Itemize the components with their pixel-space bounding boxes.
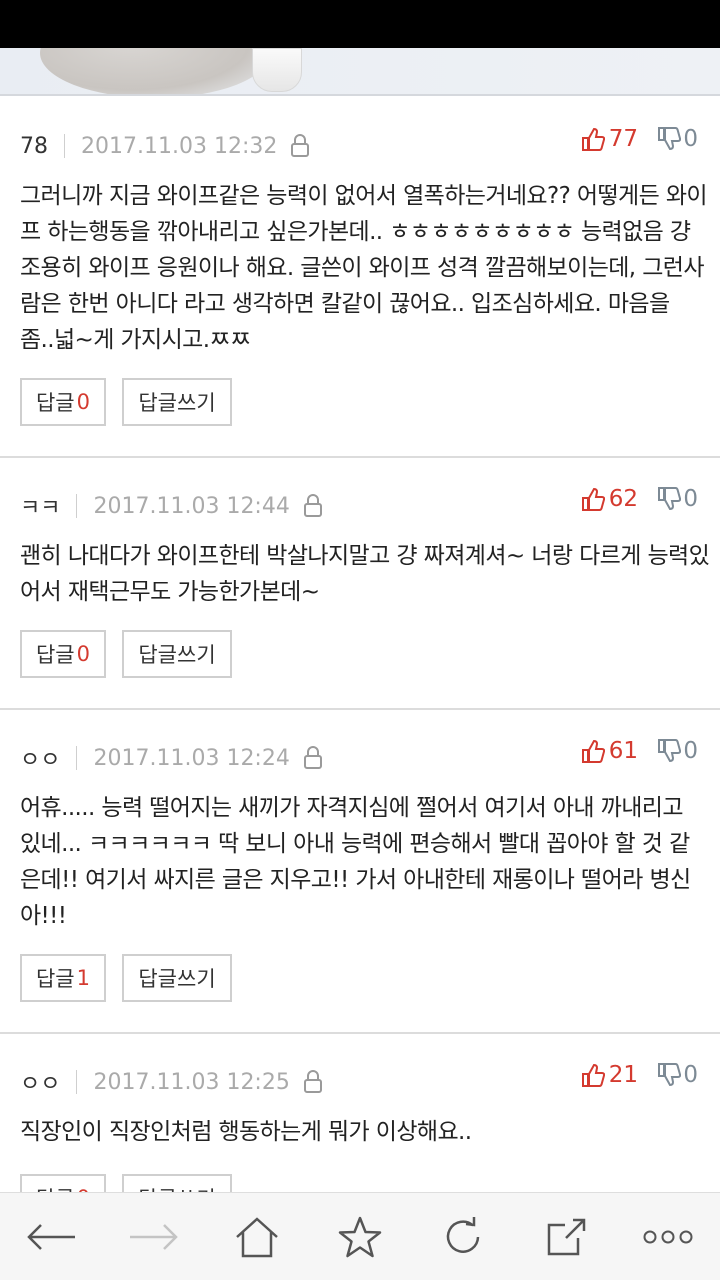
share-icon	[547, 1218, 585, 1255]
comment-item: ㅇㅇ 2017.11.03 12:25 21 0 직장인이 직장인처럼 행동하는…	[0, 1034, 720, 1192]
comment-item: 78 2017.11.03 12:32 77 0 그러니까 지금 와이프같은 능…	[0, 98, 720, 458]
more-button[interactable]	[633, 1202, 703, 1272]
comment-meta: ㅋㅋ 2017.11.03 12:44	[20, 492, 324, 521]
refresh-icon	[446, 1216, 480, 1253]
write-reply-button[interactable]: 답글쓰기	[122, 1174, 232, 1192]
status-bar	[0, 0, 720, 48]
comment-meta: ㅇㅇ 2017.11.03 12:24	[20, 744, 324, 773]
browser-toolbar	[0, 1192, 720, 1280]
comment-author: 78	[20, 133, 48, 159]
comment-actions: 답글0 답글쓰기	[20, 630, 232, 678]
like-count: 21	[608, 1062, 638, 1088]
reply-list-button[interactable]: 답글 1	[20, 954, 106, 1002]
reply-count: 0	[76, 390, 90, 414]
refresh-button[interactable]	[428, 1202, 498, 1272]
like-count: 77	[608, 126, 638, 152]
dislike-count: 0	[683, 126, 698, 152]
comment-text: 그러니까 지금 와이프같은 능력이 없어서 열폭하는거네요?? 어떻게든 와이프…	[20, 183, 708, 353]
dislike-count: 0	[683, 1062, 698, 1088]
comment-meta: 78 2017.11.03 12:32	[20, 132, 311, 160]
thumb-down-icon	[658, 739, 682, 763]
reply-label: 답글	[35, 967, 75, 991]
like-button[interactable]: 21	[581, 1062, 638, 1088]
comment-actions: 답글0 답글쓰기	[20, 378, 232, 426]
dislike-button[interactable]: 0	[657, 486, 698, 512]
reply-label: 답글	[36, 1183, 75, 1192]
comment-date: 2017.11.03 12:25	[93, 1069, 290, 1095]
write-reply-button[interactable]: 답글쓰기	[122, 954, 232, 1002]
comment-list: 78 2017.11.03 12:32 77 0 그러니까 지금 와이프같은 능…	[0, 98, 720, 1192]
thumb-up-icon	[581, 487, 605, 511]
lock-icon	[303, 746, 322, 769]
star-icon	[338, 1216, 382, 1257]
comment-author: ㅇㅇ	[20, 1072, 61, 1097]
forward-button[interactable]	[119, 1202, 189, 1272]
dislike-count: 0	[683, 486, 698, 512]
reply-list-button[interactable]: 답글0	[20, 378, 106, 426]
write-reply-button[interactable]: 답글쓰기	[122, 630, 232, 678]
write-reply-button[interactable]: 답글쓰기	[122, 378, 232, 426]
home-button[interactable]	[222, 1202, 292, 1272]
reply-label: 답글	[35, 391, 75, 415]
bookmark-button[interactable]	[325, 1202, 395, 1272]
thumb-up-icon	[581, 739, 605, 763]
thumb-down-icon	[658, 127, 682, 151]
like-count: 62	[608, 486, 638, 512]
share-button[interactable]	[531, 1202, 601, 1272]
comment-item: ㅇㅇ 2017.11.03 12:24 61 0 어휴..... 능력 떨어지는…	[0, 710, 720, 1034]
lock-icon	[303, 1070, 322, 1093]
reply-list-button[interactable]: 답글0	[20, 1174, 106, 1192]
comment-date: 2017.11.03 12:32	[81, 133, 278, 159]
banner-product-image	[252, 48, 302, 92]
comment-item: ㅋㅋ 2017.11.03 12:44 62 0 괜히 나대다가 와이프한테 박…	[0, 458, 720, 710]
dislike-button[interactable]: 0	[657, 738, 698, 764]
reply-count: 1	[76, 966, 90, 990]
comment-text: 괜히 나대다가 와이프한테 박살나지말고 걍 짜져계셔~ 너랑 다르게 능력있어…	[20, 543, 710, 605]
reply-list-button[interactable]: 답글0	[20, 630, 106, 678]
like-button[interactable]: 77	[581, 126, 638, 152]
dislike-button[interactable]: 0	[657, 126, 698, 152]
divider	[64, 134, 65, 158]
comment-text: 직장인이 직장인처럼 행동하는게 뭐가 이상해요..	[20, 1119, 472, 1145]
like-count: 61	[608, 738, 638, 764]
comment-text: 어휴..... 능력 떨어지는 새끼가 자격지심에 쩔어서 여기서 아내 까내리…	[20, 795, 691, 929]
comment-actions: 답글 1 답글쓰기	[20, 954, 232, 1002]
back-arrow-icon	[27, 1223, 76, 1250]
lock-icon	[303, 494, 322, 517]
comment-meta: ㅇㅇ 2017.11.03 12:25	[20, 1068, 324, 1097]
thumb-down-icon	[658, 1063, 682, 1087]
reply-label: 답글	[35, 643, 75, 667]
reply-count: 0	[76, 642, 90, 666]
divider	[76, 746, 78, 770]
back-button[interactable]	[16, 1202, 86, 1272]
lock-icon	[291, 134, 310, 157]
home-icon	[236, 1216, 278, 1257]
like-button[interactable]: 61	[581, 738, 638, 764]
dislike-button[interactable]: 0	[657, 1062, 698, 1088]
banner-image	[40, 48, 270, 94]
divider	[76, 494, 78, 518]
comment-author: ㅋㅋ	[20, 496, 61, 521]
thumb-down-icon	[658, 487, 682, 511]
comment-actions: 답글0 답글쓰기	[20, 1174, 232, 1192]
divider	[76, 1070, 78, 1094]
more-icon	[643, 1230, 693, 1243]
thumb-up-icon	[581, 1063, 605, 1087]
ad-banner[interactable]	[0, 48, 720, 96]
thumb-up-icon	[581, 127, 605, 151]
dislike-count: 0	[683, 738, 698, 764]
comment-author: ㅇㅇ	[20, 748, 61, 773]
comment-date: 2017.11.03 12:24	[93, 745, 290, 771]
comment-date: 2017.11.03 12:44	[93, 493, 290, 519]
forward-arrow-icon	[130, 1223, 179, 1250]
like-button[interactable]: 62	[581, 486, 638, 512]
